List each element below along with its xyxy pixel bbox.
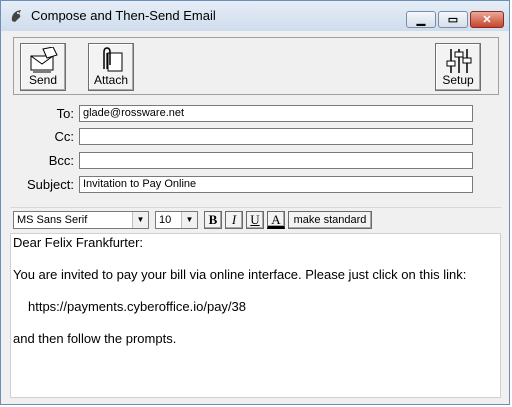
chevron-down-icon: ▼ [181, 212, 197, 228]
setup-label: Setup [442, 73, 474, 87]
paperclip-icon [103, 47, 123, 72]
maximize-icon: ▭ [447, 14, 459, 26]
sliders-icon [446, 49, 472, 73]
minimize-icon: ▁ [416, 14, 426, 26]
maximize-button[interactable]: ▭ [438, 11, 468, 28]
compose-email-window: Compose and Then-Send Email ▁ ▭ ✕ Send A… [0, 0, 510, 405]
message-body[interactable]: Dear Felix Frankfurter: You are invited … [10, 233, 501, 398]
toolbar: Send Attach Setup [13, 37, 499, 95]
message-greeting: Dear Felix Frankfurter: [13, 235, 144, 250]
to-label: To: [56, 106, 74, 121]
attach-label: Attach [93, 73, 129, 87]
make-standard-button[interactable]: make standard [288, 211, 372, 229]
minimize-button[interactable]: ▁ [406, 11, 436, 28]
envelope-icon [30, 47, 58, 73]
close-icon: ✕ [482, 14, 492, 26]
payment-link: https://payments.cyberoffice.io/pay/38 [28, 299, 246, 314]
attach-button[interactable]: Attach [88, 43, 134, 91]
bold-button[interactable]: B [204, 211, 222, 229]
chevron-down-icon: ▼ [132, 212, 148, 228]
subject-field[interactable]: Invitation to Pay Online [79, 176, 473, 193]
send-button[interactable]: Send [20, 43, 66, 91]
format-toolbar: MS Sans Serif ▼ 10 ▼ B I U A make standa… [10, 207, 501, 233]
bcc-label: Bcc: [48, 153, 74, 168]
app-icon [9, 8, 25, 24]
font-name-select[interactable]: MS Sans Serif ▼ [13, 211, 149, 229]
italic-button[interactable]: I [225, 211, 243, 229]
font-name-value: MS Sans Serif [17, 214, 88, 226]
cc-field[interactable] [79, 128, 473, 145]
bcc-field[interactable] [79, 152, 473, 169]
setup-button[interactable]: Setup [435, 43, 481, 91]
to-field[interactable]: glade@rossware.net [79, 105, 473, 122]
window-title: Compose and Then-Send Email [31, 8, 216, 23]
message-line-1: You are invited to pay your bill via onl… [13, 267, 467, 282]
font-size-value: 10 [159, 214, 172, 226]
close-button[interactable]: ✕ [470, 11, 504, 28]
cc-label: Cc: [54, 129, 75, 144]
underline-button[interactable]: U [246, 211, 264, 229]
font-color-button[interactable]: A [267, 211, 285, 229]
font-size-select[interactable]: 10 ▼ [155, 211, 198, 229]
send-label: Send [28, 73, 58, 87]
title-bar[interactable]: Compose and Then-Send Email ▁ ▭ ✕ [1, 1, 509, 31]
message-line-2: and then follow the prompts. [13, 331, 177, 346]
subject-label: Subject: [27, 177, 74, 192]
